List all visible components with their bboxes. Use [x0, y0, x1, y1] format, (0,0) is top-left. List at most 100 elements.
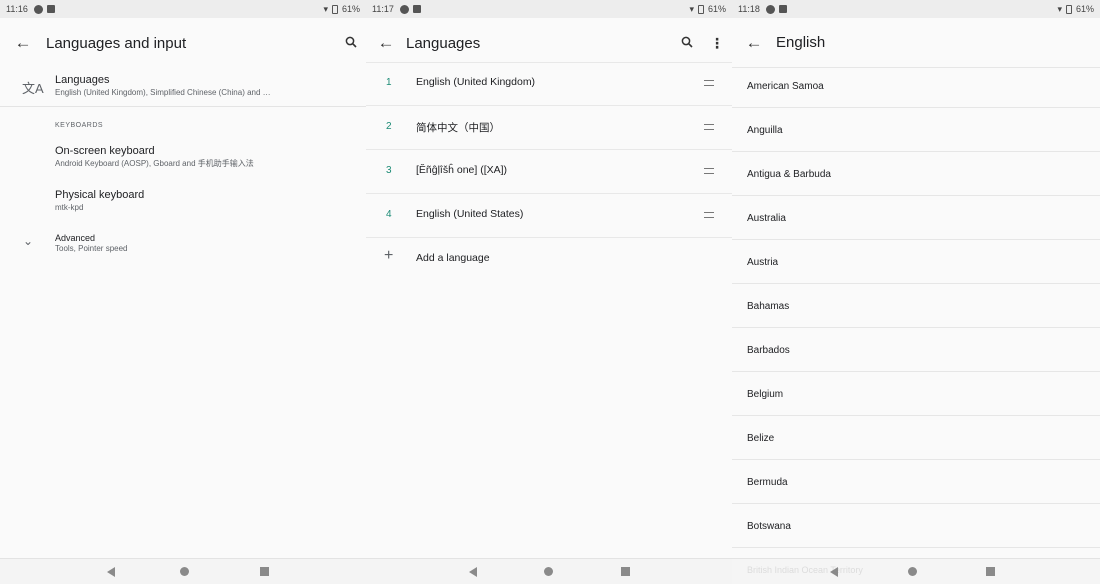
- screen-languages-and-input: 11:16 ▾ 61% ← Languages and input 文A Lan…: [0, 0, 366, 584]
- battery-icon: [1065, 4, 1072, 14]
- notification-icon: [33, 4, 43, 14]
- nav-back-icon[interactable]: [107, 567, 115, 577]
- notification-icon: [46, 5, 55, 13]
- list-item[interactable]: Bermuda: [732, 460, 1100, 504]
- country-name: Belize: [747, 433, 775, 444]
- arrow-left-icon[interactable]: ←: [366, 33, 406, 53]
- drag-handle-icon[interactable]: [704, 168, 714, 174]
- country-name: Austria: [747, 257, 779, 268]
- languages-item[interactable]: 文A Languages English (United Kingdom), S…: [0, 68, 366, 108]
- battery-percent: 61%: [1075, 4, 1094, 14]
- nav-recents-icon[interactable]: [260, 567, 269, 576]
- more-vert-icon[interactable]: ⋮: [702, 35, 732, 52]
- battery-percent: 61%: [341, 4, 360, 14]
- list-item-faded: British Indian Ocean Territory: [747, 565, 863, 575]
- language-name: [Ĕñĝļîšĥ one] ([XA]): [416, 164, 508, 176]
- country-name: Barbados: [747, 345, 790, 356]
- screen-languages: 11:17 ▾ 61% ← Languages ⋮ 1 English (Uni…: [366, 0, 732, 584]
- nav-home-icon[interactable]: [180, 567, 189, 576]
- language-rank: 1: [386, 77, 392, 88]
- nav-bar: [366, 558, 732, 584]
- status-time: 11:17: [372, 4, 394, 14]
- list-item[interactable]: Anguilla: [732, 108, 1100, 152]
- page-title: English: [776, 34, 826, 51]
- page-title: Languages and input: [46, 34, 187, 52]
- arrow-left-icon[interactable]: ←: [732, 33, 776, 53]
- nav-recents-icon[interactable]: [621, 567, 630, 576]
- wifi-icon: ▾: [689, 3, 694, 14]
- country-name: Anguilla: [747, 125, 783, 136]
- app-bar: ← Languages ⋮: [366, 18, 732, 68]
- physical-keyboard-item[interactable]: Physical keyboard mtk-kpd: [0, 184, 366, 222]
- app-bar: ← English: [732, 18, 1100, 68]
- language-name: English (United States): [416, 208, 524, 220]
- chevron-down-icon: ⌄: [23, 234, 34, 248]
- onscreen-keyboard-subtitle: Android Keyboard (AOSP), Gboard and 手机助手…: [55, 159, 254, 168]
- advanced-subtitle: Tools, Pointer speed: [55, 244, 128, 253]
- battery-icon: [697, 4, 704, 14]
- status-bar: 11:18 ▾ 61%: [732, 0, 1100, 18]
- list-item[interactable]: Austria: [732, 240, 1100, 284]
- status-bar: 11:17 ▾ 61%: [366, 0, 732, 18]
- wifi-icon: ▾: [1057, 3, 1062, 14]
- physical-keyboard-title: Physical keyboard: [55, 189, 145, 201]
- page-title: Languages: [406, 34, 481, 52]
- translate-icon: 文A: [22, 81, 44, 96]
- nav-home-icon[interactable]: [908, 567, 917, 576]
- status-time: 11:18: [738, 4, 760, 14]
- screen-english-regions: 11:18 ▾ 61% ← English American Samoa Ang…: [732, 0, 1100, 584]
- section-header-keyboards: KEYBOARDS: [55, 122, 104, 129]
- list-item[interactable]: Belize: [732, 416, 1100, 460]
- language-row[interactable]: 4 English (United States): [366, 194, 732, 238]
- notification-icon: [399, 4, 409, 14]
- arrow-left-icon[interactable]: ←: [0, 33, 46, 53]
- status-bar: 11:16 ▾ 61%: [0, 0, 366, 18]
- drag-handle-icon[interactable]: [704, 124, 714, 130]
- add-language-button[interactable]: + Add a language: [366, 237, 732, 277]
- drag-handle-icon[interactable]: [704, 212, 714, 218]
- country-name: Antigua & Barbuda: [747, 169, 831, 180]
- wifi-icon: ▾: [323, 3, 328, 14]
- language-name: English (United Kingdom): [416, 76, 536, 88]
- list-item[interactable]: American Samoa: [732, 64, 1100, 108]
- nav-bar: [0, 558, 366, 584]
- onscreen-keyboard-item[interactable]: On-screen keyboard Android Keyboard (AOS…: [0, 140, 366, 178]
- language-row[interactable]: 2 简体中文（中国）: [366, 106, 732, 150]
- nav-back-icon[interactable]: [830, 567, 838, 577]
- country-name: American Samoa: [747, 81, 824, 92]
- country-name: Australia: [747, 213, 786, 224]
- language-row[interactable]: 3 [Ĕñĝļîšĥ one] ([XA]): [366, 150, 732, 194]
- list-item[interactable]: Antigua & Barbuda: [732, 152, 1100, 196]
- country-name: Botswana: [747, 521, 791, 532]
- list-item[interactable]: Botswana: [732, 504, 1100, 548]
- physical-keyboard-subtitle: mtk-kpd: [55, 203, 84, 212]
- notification-icon: [778, 5, 787, 13]
- advanced-title: Advanced: [55, 233, 96, 243]
- notification-icon: [765, 4, 775, 14]
- list-item[interactable]: Barbados: [732, 328, 1100, 372]
- divider: [0, 106, 366, 107]
- nav-recents-icon[interactable]: [986, 567, 995, 576]
- advanced-item[interactable]: ⌄ Advanced Tools, Pointer speed: [0, 228, 366, 262]
- battery-percent: 61%: [707, 4, 726, 14]
- nav-back-icon[interactable]: [469, 567, 477, 577]
- onscreen-keyboard-title: On-screen keyboard: [55, 145, 155, 157]
- plus-icon: +: [384, 247, 394, 264]
- list-item[interactable]: Australia: [732, 196, 1100, 240]
- search-icon[interactable]: [336, 35, 366, 51]
- battery-icon: [331, 4, 338, 14]
- nav-home-icon[interactable]: [544, 567, 553, 576]
- language-rank: 4: [386, 209, 392, 220]
- list-item[interactable]: Belgium: [732, 372, 1100, 416]
- drag-handle-icon[interactable]: [704, 80, 714, 86]
- search-icon[interactable]: [672, 35, 702, 51]
- app-bar: ← Languages and input: [0, 18, 366, 68]
- language-rank: 2: [386, 121, 392, 132]
- language-name: 简体中文（中国）: [416, 122, 500, 134]
- status-time: 11:16: [6, 4, 28, 14]
- language-rank: 3: [386, 165, 392, 176]
- nav-bar: British Indian Ocean Territory: [732, 558, 1100, 584]
- notification-icon: [412, 5, 421, 13]
- list-item[interactable]: Bahamas: [732, 284, 1100, 328]
- language-row[interactable]: 1 English (United Kingdom): [366, 62, 732, 106]
